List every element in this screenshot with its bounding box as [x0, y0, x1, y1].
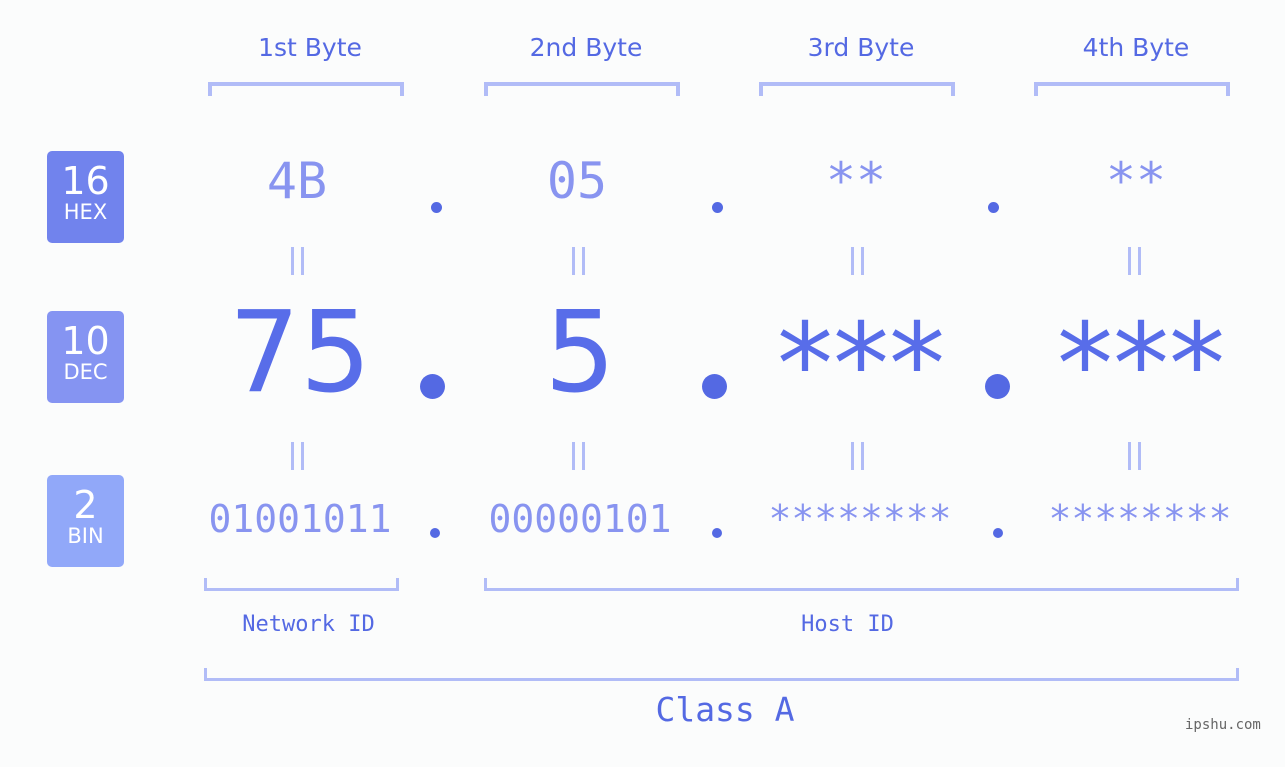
byte-bracket-1 — [208, 82, 404, 96]
network-id-label: Network ID — [242, 612, 375, 637]
byte-bracket-3 — [759, 82, 955, 96]
dec-separator-dot — [985, 374, 1010, 399]
dec-separator-dot — [702, 374, 727, 399]
dec-separator-dot — [420, 374, 445, 399]
hex-badge: 16 HEX — [47, 151, 124, 243]
hex-byte-1: 4B — [266, 152, 328, 210]
hex-base-number: 16 — [61, 159, 110, 203]
bin-badge: 2 BIN — [47, 475, 124, 567]
equals-icon — [851, 442, 865, 470]
byte-header-4: 4th Byte — [1082, 33, 1190, 62]
dec-base-label: DEC — [63, 360, 108, 384]
equals-icon — [572, 247, 586, 275]
dec-badge: 10 DEC — [47, 311, 124, 403]
class-label: Class A — [655, 690, 795, 729]
bin-separator-dot — [430, 528, 440, 538]
hex-base-label: HEX — [63, 200, 108, 224]
equals-icon — [291, 442, 305, 470]
hex-separator-dot — [988, 202, 999, 213]
bin-separator-dot — [712, 528, 722, 538]
bin-byte-3: ******** — [768, 497, 952, 541]
host-id-bracket — [484, 578, 1239, 591]
dec-byte-4: *** — [1057, 300, 1225, 430]
hex-byte-3: ** — [825, 152, 887, 210]
bin-base-label: BIN — [67, 524, 104, 548]
byte-header-3: 3rd Byte — [807, 33, 915, 62]
hex-separator-dot — [712, 202, 723, 213]
byte-header-2: 2nd Byte — [529, 33, 643, 62]
hex-byte-4: ** — [1105, 152, 1167, 210]
dec-byte-2: 5 — [544, 288, 616, 418]
byte-bracket-2 — [484, 82, 680, 96]
network-id-bracket — [204, 578, 399, 591]
bin-byte-4: ******** — [1048, 497, 1232, 541]
bin-separator-dot — [993, 528, 1003, 538]
bin-byte-1: 01001011 — [208, 497, 392, 541]
watermark: ipshu.com — [1185, 717, 1261, 733]
equals-icon — [291, 247, 305, 275]
equals-icon — [1128, 442, 1142, 470]
hex-separator-dot — [431, 202, 442, 213]
bin-base-number: 2 — [73, 483, 98, 527]
hex-byte-2: 05 — [546, 152, 608, 210]
class-bracket — [204, 668, 1239, 681]
equals-icon — [1128, 247, 1142, 275]
host-id-label: Host ID — [801, 612, 894, 637]
bin-byte-2: 00000101 — [488, 497, 672, 541]
byte-bracket-4 — [1034, 82, 1230, 96]
dec-byte-1: 75 — [228, 288, 372, 418]
equals-icon — [572, 442, 586, 470]
dec-byte-3: *** — [777, 300, 945, 430]
byte-header-1: 1st Byte — [258, 33, 362, 62]
dec-base-number: 10 — [61, 319, 110, 363]
equals-icon — [851, 247, 865, 275]
